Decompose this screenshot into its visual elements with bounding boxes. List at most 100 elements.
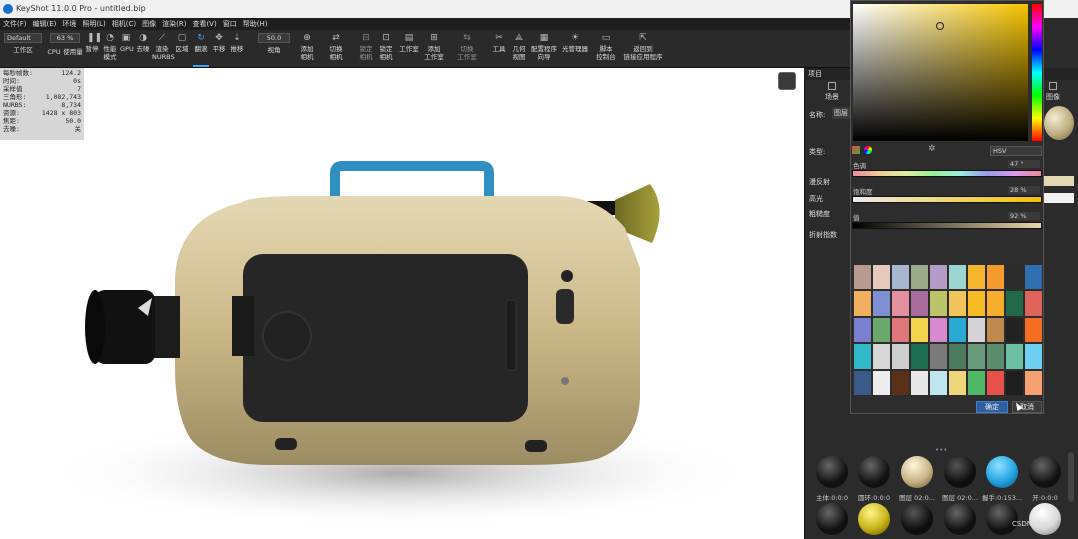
color-swatch[interactable] — [1024, 264, 1043, 291]
menu-view[interactable]: 查看(V) — [189, 18, 219, 30]
color-swatch[interactable] — [872, 316, 891, 344]
color-swatch[interactable] — [910, 290, 929, 317]
material-ball[interactable] — [986, 503, 1018, 535]
return-to-app-button[interactable]: ⇱ 返回到 链接应用程序 — [622, 33, 664, 61]
ok-button[interactable]: 确定 — [976, 401, 1008, 413]
color-swatch[interactable] — [891, 290, 910, 317]
color-swatch[interactable] — [1024, 290, 1043, 317]
cpu-button[interactable]: CPU — [47, 48, 61, 56]
menu-lighting[interactable]: 照明(L) — [79, 18, 108, 30]
lock-camera-button[interactable]: ⊟ 锁定 相机 — [357, 33, 375, 61]
menu-render[interactable]: 渲染(R) — [159, 18, 189, 30]
color-swatch[interactable] — [853, 369, 872, 396]
switch-camera-button[interactable]: ⇄ 切换 相机 — [327, 33, 345, 61]
hue-value[interactable]: 47 ° — [1008, 160, 1040, 168]
tumble-button[interactable]: ↻ 翻滚 — [193, 33, 209, 67]
name-input[interactable]: 图层 — [832, 107, 850, 119]
menu-file[interactable]: 文件(F) — [0, 18, 30, 30]
add-studio-button[interactable]: ⊞ 添加 工作室 — [423, 33, 445, 61]
material-ball[interactable] — [816, 503, 848, 535]
switch-studio-button[interactable]: ⇆ 切换 工作室 — [455, 33, 479, 61]
color-swatch[interactable] — [929, 369, 948, 396]
color-swatch[interactable] — [1024, 343, 1043, 370]
material-ball[interactable] — [944, 456, 976, 488]
add-camera-button[interactable]: ⊕ 添加 相机 — [298, 33, 316, 61]
menu-window[interactable]: 窗口 — [220, 18, 240, 30]
color-swatch[interactable] — [872, 264, 891, 291]
material-ball[interactable] — [858, 456, 890, 488]
palette-icon[interactable] — [852, 146, 860, 154]
render-viewport[interactable] — [0, 68, 804, 539]
color-swatch[interactable] — [853, 264, 872, 291]
sv-handle[interactable] — [936, 22, 944, 30]
color-swatch[interactable] — [1024, 316, 1043, 344]
render-nurbs-button[interactable]: ⟋ 渲染 NURBS — [152, 33, 175, 61]
menu-environment[interactable]: 环境 — [59, 18, 79, 30]
value-value[interactable]: 92 % — [1008, 212, 1040, 220]
material-ball[interactable] — [1029, 456, 1061, 488]
tab-image[interactable]: 图像 — [1043, 82, 1063, 102]
color-swatch[interactable] — [1005, 290, 1024, 317]
workspace-select[interactable]: Default — [4, 33, 42, 43]
color-swatch[interactable] — [929, 343, 948, 370]
zoom-control[interactable]: 63 % — [50, 33, 80, 46]
color-swatch[interactable] — [967, 264, 986, 291]
region-button[interactable]: ▢ 区域 — [174, 33, 190, 53]
material-ball[interactable] — [901, 456, 933, 488]
color-swatch[interactable] — [948, 369, 967, 396]
fov-input[interactable]: 50.0 — [258, 33, 290, 43]
color-swatch[interactable] — [1005, 369, 1024, 396]
pause-button[interactable]: ❚❚ 暂停 — [85, 33, 103, 53]
color-swatch[interactable] — [929, 316, 948, 344]
menu-image[interactable]: 图像 — [139, 18, 159, 30]
hue-strip[interactable] — [1032, 4, 1042, 141]
color-swatch[interactable] — [1005, 264, 1024, 291]
diffuse-swatch[interactable] — [1044, 176, 1074, 186]
material-ball[interactable] — [1029, 503, 1061, 535]
material-ball[interactable] — [944, 503, 976, 535]
color-swatch[interactable] — [948, 290, 967, 317]
color-swatch[interactable] — [986, 290, 1005, 317]
configurator-wizard-button[interactable]: ▦ 配置程序 向导 — [529, 33, 559, 61]
color-swatch[interactable] — [929, 290, 948, 317]
script-console-button[interactable]: ▭ 脚本 控制台 — [595, 33, 617, 61]
material-ball[interactable] — [901, 503, 933, 535]
color-swatch[interactable] — [872, 343, 891, 370]
color-swatch[interactable] — [1005, 343, 1024, 370]
color-swatch[interactable] — [986, 264, 1005, 291]
usage-button[interactable]: 使用量 — [61, 48, 85, 56]
pan-button[interactable]: ✥ 平移 — [211, 33, 227, 53]
color-swatch[interactable] — [872, 290, 891, 317]
color-swatch[interactable] — [853, 316, 872, 344]
workspace-control[interactable]: Default 工作区 — [4, 33, 42, 54]
color-swatch[interactable] — [891, 369, 910, 396]
color-swatch[interactable] — [967, 290, 986, 317]
performance-mode-button[interactable]: ◔ 性能 模式 — [101, 33, 119, 61]
saturation-value[interactable]: 28 % — [1008, 186, 1040, 194]
color-mode-select[interactable]: HSV — [990, 146, 1042, 156]
material-ball[interactable] — [816, 456, 848, 488]
color-swatch[interactable] — [1005, 316, 1024, 344]
value-slider[interactable] — [852, 222, 1042, 229]
tab-scene[interactable]: 场景 — [822, 82, 842, 102]
saturation-slider[interactable] — [852, 196, 1042, 203]
color-swatch[interactable] — [1024, 369, 1043, 396]
color-swatch[interactable] — [872, 369, 891, 396]
fov-control[interactable]: 50.0 视角 — [258, 33, 290, 54]
color-swatch[interactable] — [910, 343, 929, 370]
color-swatch[interactable] — [910, 264, 929, 291]
denoise-button[interactable]: ◑ 去噪 — [135, 33, 151, 53]
specular-swatch[interactable] — [1044, 193, 1074, 203]
color-swatch[interactable] — [986, 316, 1005, 344]
material-ball[interactable] — [986, 456, 1018, 488]
color-swatch[interactable] — [910, 316, 929, 344]
studio-button[interactable]: ▤ 工作室 — [398, 33, 420, 53]
color-swatch[interactable] — [929, 264, 948, 291]
color-swatch[interactable] — [967, 343, 986, 370]
color-swatch[interactable] — [986, 369, 1005, 396]
render-mode-icon[interactable] — [778, 72, 796, 90]
light-manager-button[interactable]: ☀ 光管理器 — [561, 33, 589, 53]
zoom-input[interactable]: 63 % — [50, 33, 80, 43]
menu-camera[interactable]: 相机(C) — [109, 18, 139, 30]
color-swatch[interactable] — [891, 264, 910, 291]
